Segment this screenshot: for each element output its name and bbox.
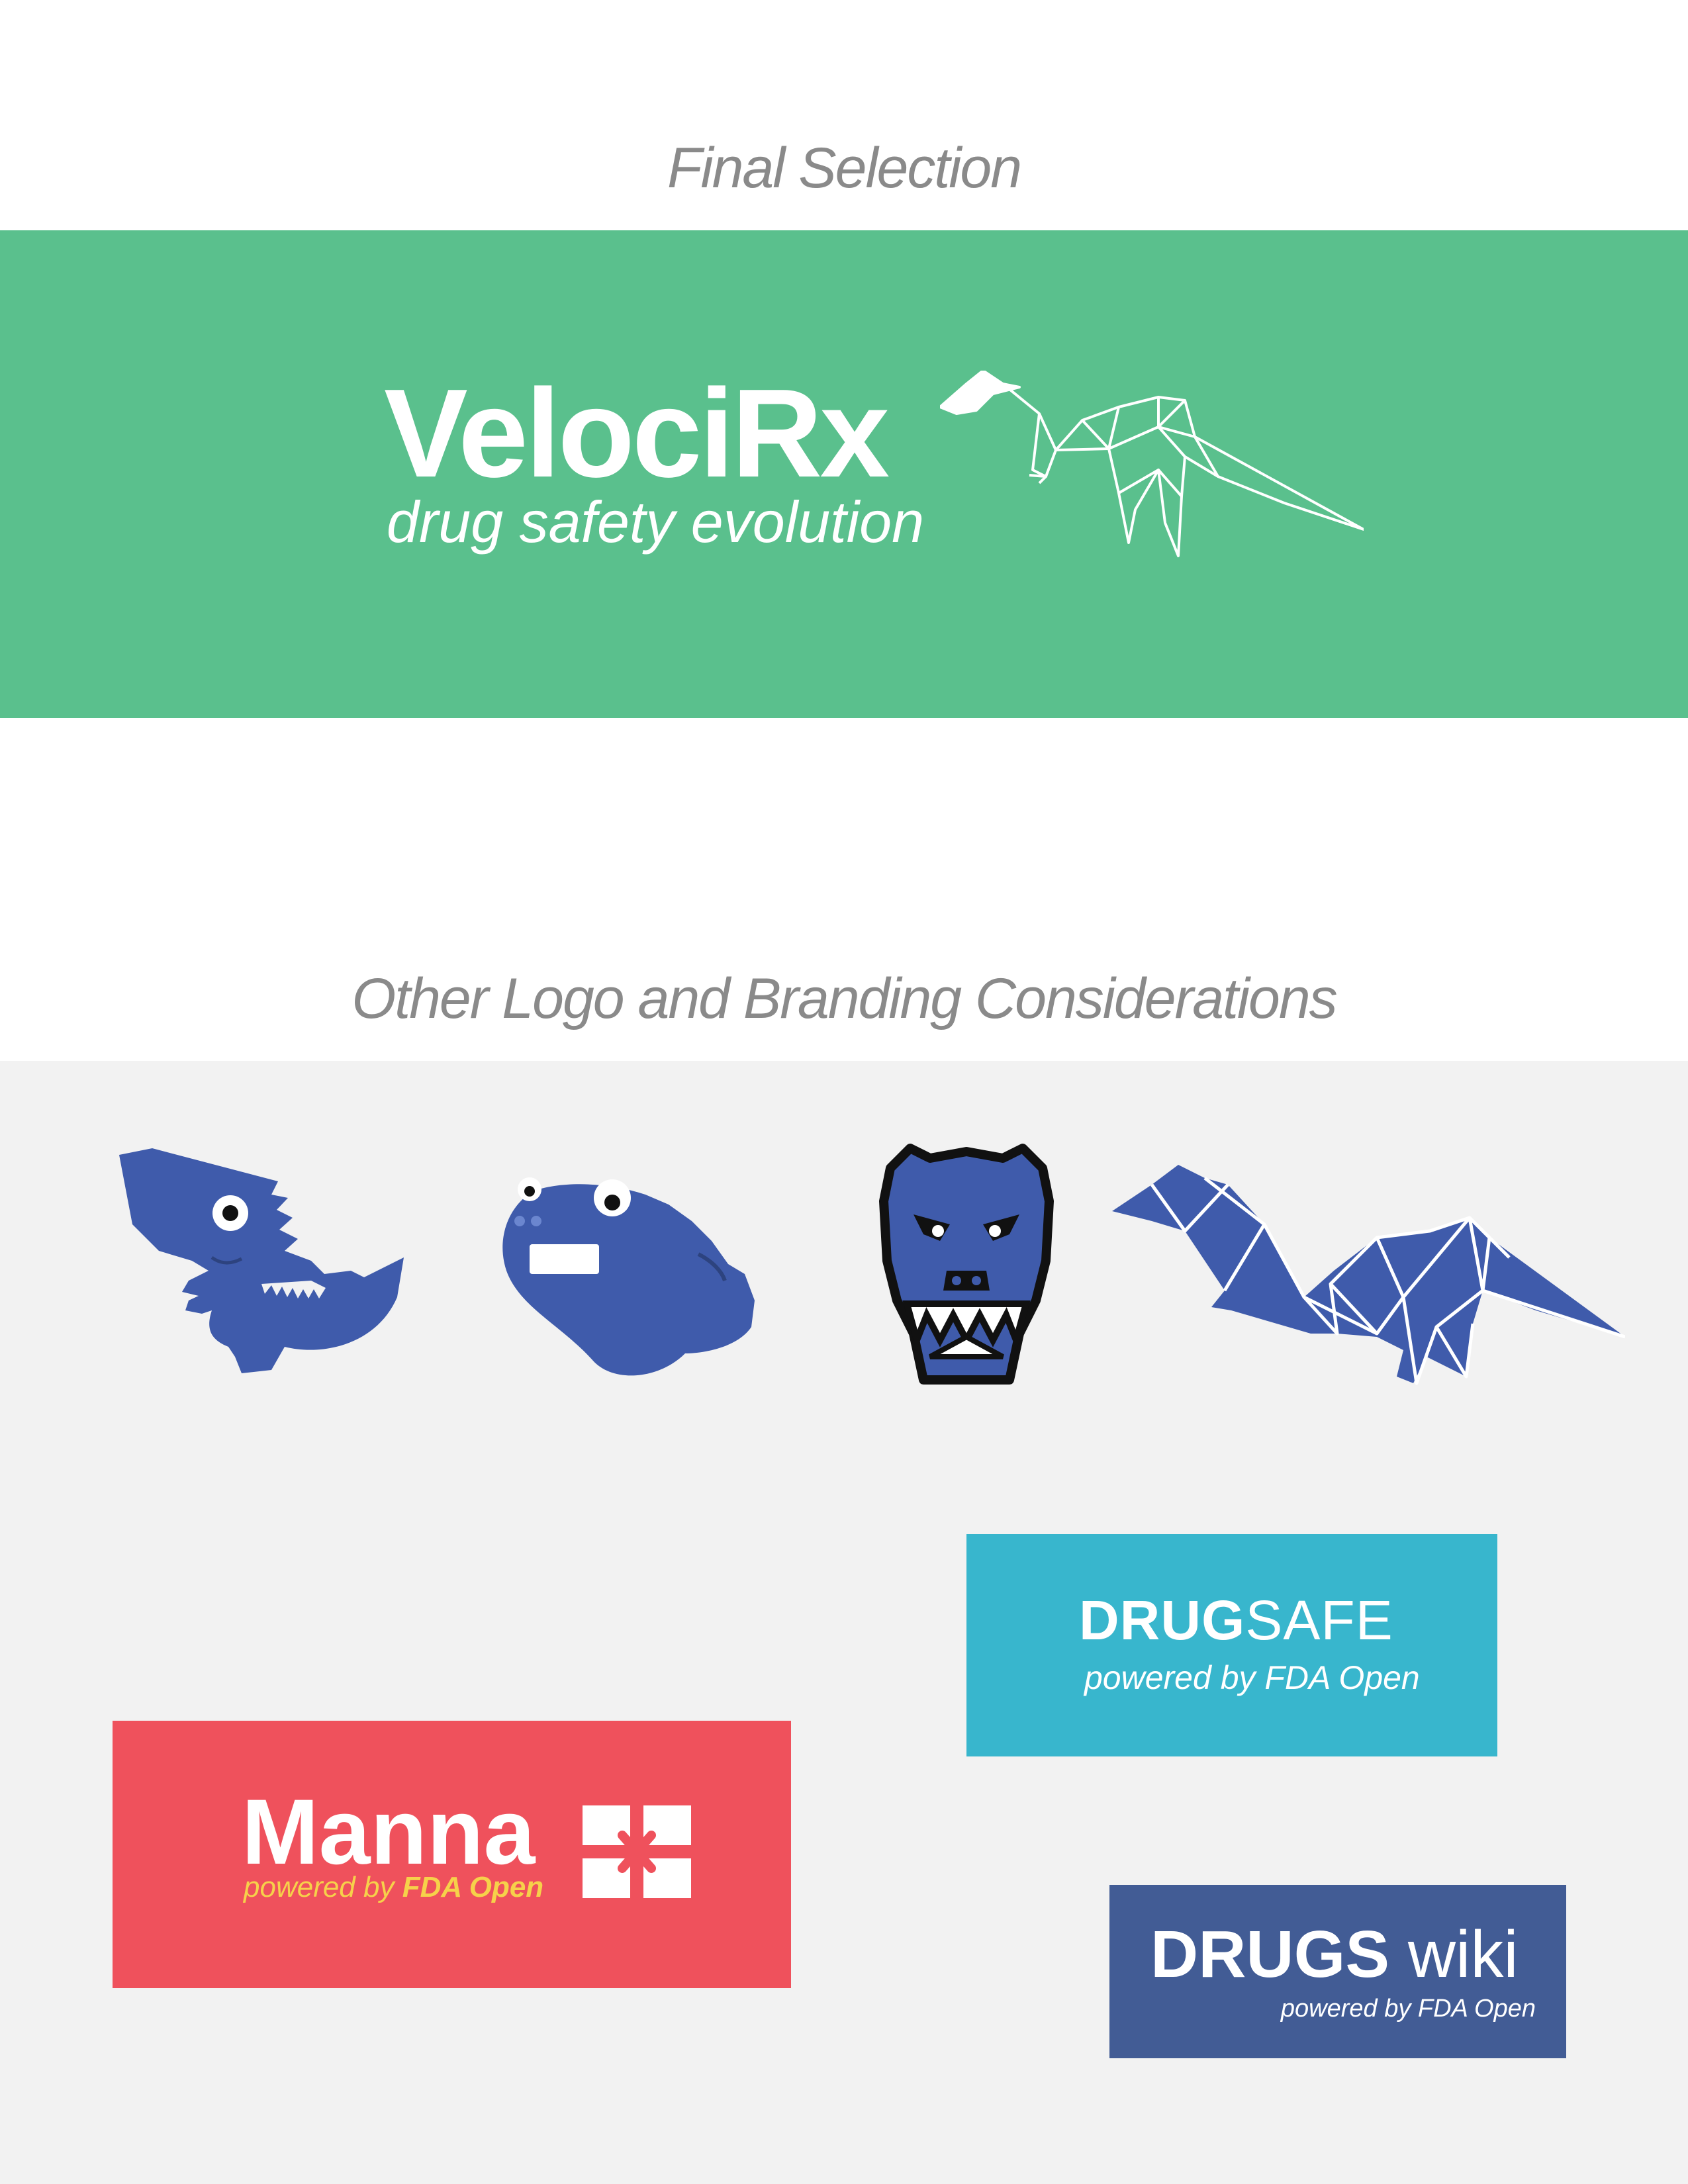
drugswiki-wordmark: DRUGS wiki [1150, 1921, 1519, 1987]
manna-subtitle-prefix: powered by [244, 1871, 402, 1903]
drugswiki-title-bold: DRUGS [1150, 1917, 1390, 1991]
cartoon-trex-icon [119, 1148, 404, 1373]
origami-raptor-icon [940, 371, 1364, 557]
blob-dino-icon [502, 1177, 755, 1376]
manna-subtitle-bold: FDA Open [402, 1871, 544, 1903]
drugsafe-title-bold: DRUG [1079, 1589, 1246, 1651]
drugsafe-logo-card: DRUGSAFE powered by FDA Open [966, 1534, 1497, 1756]
final-selection-heading: Final Selection [667, 136, 1022, 200]
manna-subtitle: powered by FDA Open [244, 1873, 543, 1902]
drugswiki-subtitle: powered by FDA Open [1280, 1995, 1536, 2023]
drugswiki-logo-card: DRUGS wiki powered by FDA Open [1109, 1885, 1566, 2058]
drugsafe-subtitle: powered by FDA Open [1084, 1659, 1420, 1696]
other-logos-heading: Other Logo and Branding Considerations [352, 967, 1337, 1030]
origami-raptor-icon-variant [1112, 1165, 1625, 1385]
velocirx-wordmark: VelociRx [384, 363, 890, 504]
drugswiki-title-light: wiki [1389, 1917, 1519, 1991]
velocirx-tagline: drug safety evolution [387, 489, 925, 555]
drugsafe-wordmark: DRUGSAFE [1079, 1592, 1393, 1648]
trex-skull-icon [879, 1144, 1054, 1385]
drugsafe-title-light: SAFE [1245, 1589, 1393, 1651]
medical-cross-icon [583, 1805, 691, 1898]
manna-logo-card: Manna powered by FDA Open [113, 1721, 791, 1988]
manna-wordmark: Manna [242, 1780, 536, 1884]
